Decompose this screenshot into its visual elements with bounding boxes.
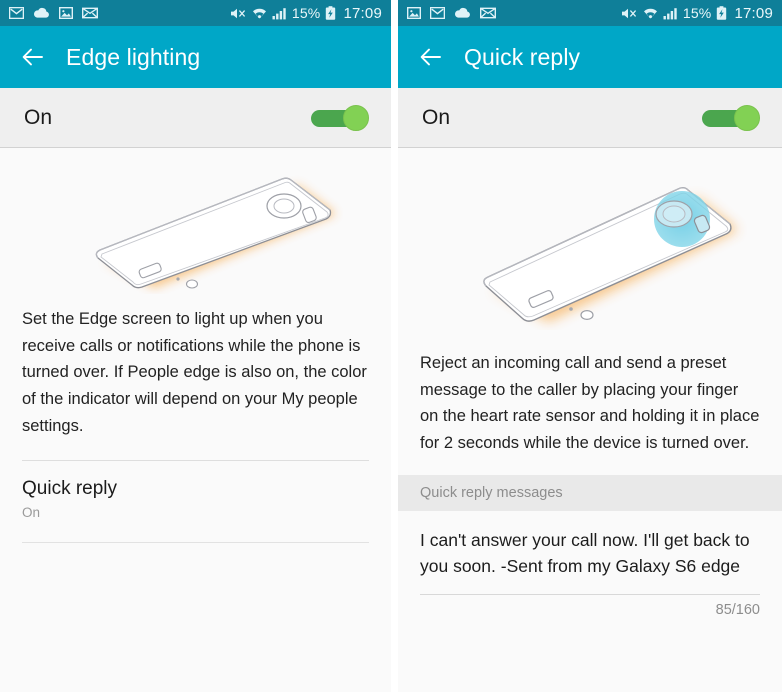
master-toggle-row[interactable]: On (0, 88, 391, 148)
battery-charging-icon (325, 6, 336, 20)
cloud-icon (33, 7, 50, 19)
panel-edge-lighting: 15% 17:09 Edge lighting On Set the Edge … (0, 0, 391, 692)
master-toggle-label: On (422, 105, 451, 129)
battery-charging-icon (716, 6, 727, 20)
master-toggle-switch[interactable] (311, 104, 369, 131)
illustration-edge-lighting (0, 148, 391, 304)
list-item-title: Quick reply (22, 477, 118, 499)
app-bar: Quick reply (398, 26, 782, 88)
signal-icon (272, 7, 287, 20)
switch-thumb (734, 104, 760, 131)
mute-icon (230, 7, 247, 20)
cloud-icon (454, 7, 471, 19)
master-toggle-label: On (24, 105, 53, 129)
clock-label: 17:09 (343, 4, 382, 22)
status-bar: 15% 17:09 (398, 0, 782, 26)
battery-percent-label: 15% (682, 5, 712, 21)
phone-face-down-heart-rate-illustration (483, 187, 738, 322)
status-bar-notification-icons (9, 7, 98, 19)
quick-reply-message-block: I can't answer your call now. I'll get b… (398, 511, 782, 618)
app-bar: Edge lighting (0, 26, 391, 88)
list-item-subtitle: On (22, 505, 41, 521)
character-counter: 85/160 (715, 602, 760, 619)
mail-icon (82, 7, 98, 19)
illustration-quick-reply (398, 148, 782, 350)
image-icon (407, 7, 421, 19)
status-bar-system-icons: 15% 17:09 (621, 5, 773, 22)
section-header-label: Quick reply messages (420, 484, 563, 501)
section-header-quick-reply-messages: Quick reply messages (398, 474, 782, 511)
page-title: Edge lighting (66, 43, 201, 70)
master-toggle-row[interactable]: On (398, 88, 782, 148)
description-text: Set the Edge screen to light up when you… (22, 310, 367, 435)
signal-icon (663, 7, 678, 20)
gmail-icon (430, 7, 445, 19)
mail-icon (480, 7, 496, 19)
switch-thumb (343, 104, 369, 131)
wifi-icon (252, 7, 267, 20)
panel-quick-reply: 15% 17:09 Quick reply On Reject an incom… (391, 0, 782, 692)
battery-percent-label: 15% (291, 5, 321, 21)
status-bar-system-icons: 15% 17:09 (230, 5, 382, 22)
description-text: Reject an incoming call and send a prese… (420, 354, 760, 453)
mute-icon (621, 7, 638, 20)
list-item-quick-reply[interactable]: Quick reply On (0, 461, 391, 535)
list-item-underline (22, 542, 369, 544)
wifi-icon (643, 7, 658, 20)
quick-reply-message-text[interactable]: I can't answer your call now. I'll get b… (420, 527, 760, 580)
back-arrow-icon[interactable] (20, 44, 46, 70)
gmail-icon (9, 7, 24, 19)
clock-label: 17:09 (734, 4, 773, 22)
status-bar: 15% 17:09 (0, 0, 391, 26)
phone-face-down-illustration (95, 177, 336, 289)
back-arrow-icon[interactable] (418, 44, 444, 70)
comparison-screenshot: 15% 17:09 Edge lighting On Set the Edge … (0, 0, 782, 692)
status-bar-notification-icons (407, 7, 496, 19)
page-title: Quick reply (464, 43, 581, 70)
master-toggle-switch[interactable] (702, 104, 760, 131)
image-icon (59, 7, 73, 19)
